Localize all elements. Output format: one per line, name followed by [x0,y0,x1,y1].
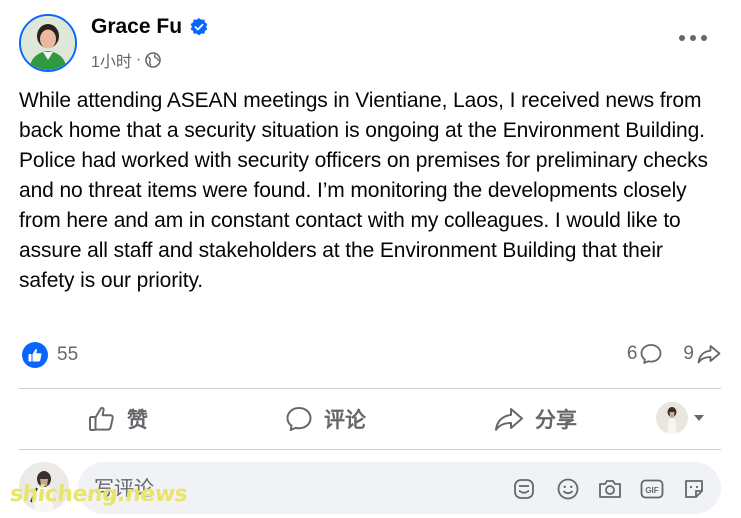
comment-count[interactable]: 6 [627,342,664,366]
gif-icon[interactable]: GIF [639,476,665,502]
author-name[interactable]: Grace Fu [91,15,182,39]
share-arrow-icon [697,345,721,364]
svg-text:GIF: GIF [645,486,658,495]
share-label: 分享 [535,409,577,432]
comment-count-value: 6 [626,343,638,364]
comment-icon [286,407,312,431]
like-reaction-icon [22,342,48,368]
dot-icon [701,35,707,41]
globe-icon[interactable] [145,52,162,68]
share-count-value: 9 [683,343,694,364]
share-count[interactable]: 9 [683,342,722,366]
author-photo [21,16,75,70]
dot-icon [679,35,685,41]
author-avatar[interactable] [19,14,77,72]
author-row: Grace Fu [91,15,208,39]
more-options-button[interactable] [679,30,707,46]
thumbs-up-icon [89,406,114,431]
emoji-icon[interactable] [555,476,581,502]
comment-button[interactable]: 评论 [284,389,366,449]
reactions-summary[interactable]: 55 [22,342,78,368]
reaction-count: 55 [57,344,79,365]
meta-separator: · [135,51,142,68]
post-time[interactable]: 1小时 [91,48,132,72]
comment-label: 评论 [324,409,366,432]
post-meta: 1小时 · [91,48,162,72]
dot-icon [690,35,696,41]
chevron-down-icon [694,415,704,421]
post-actions: 赞 评论 分享 [19,389,721,449]
divider [19,449,721,450]
post-text: While attending ASEAN meetings in Vienti… [19,89,708,292]
engagement-counts: 6 9 [627,342,722,366]
like-label: 赞 [127,409,148,432]
comment-bubble-icon [641,344,662,364]
verified-badge-icon [190,18,208,36]
watermark-text: shicheng.news [8,482,189,507]
camera-icon[interactable] [597,476,623,502]
profile-avatar [656,402,688,434]
share-button[interactable]: 分享 [493,389,577,449]
avatar-sticker-icon[interactable] [511,476,537,502]
sticker-icon[interactable] [681,476,707,502]
profile-switcher[interactable] [656,402,704,434]
share-icon [495,408,523,431]
like-button[interactable]: 赞 [87,389,148,449]
